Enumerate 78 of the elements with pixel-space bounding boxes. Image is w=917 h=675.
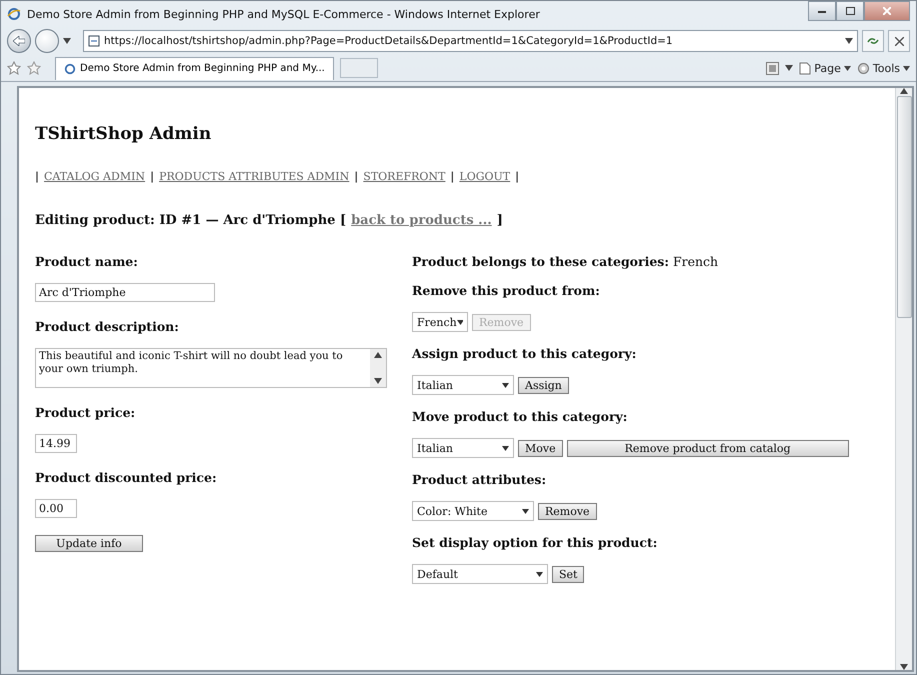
action-button[interactable]: Move: [518, 440, 563, 456]
maximize-button[interactable]: [836, 1, 864, 21]
section-label: Product attributes:: [412, 472, 548, 487]
scroll-up-icon: [374, 352, 382, 358]
close-icon: [883, 7, 891, 15]
tools-menu[interactable]: Tools: [856, 62, 910, 74]
separator: |: [35, 170, 40, 183]
back-arrow-icon: [13, 36, 25, 46]
scroll-up-icon: [900, 88, 908, 94]
star-icon[interactable]: [7, 61, 21, 75]
input-field[interactable]: Arc d'Triomphe: [35, 283, 215, 302]
field-label: Product price:: [35, 405, 136, 420]
action-button[interactable]: Remove: [538, 502, 597, 520]
field-label: Product discounted price:: [35, 470, 218, 485]
separator: |: [515, 170, 520, 183]
scrollbar-thumb[interactable]: [896, 96, 912, 318]
nav-link[interactable]: CATALOG ADMIN: [44, 170, 146, 183]
categories-text: Product belongs to these categories: French: [412, 254, 720, 269]
dropdown[interactable]: Italian: [412, 375, 514, 395]
dropdown-icon: [845, 38, 853, 44]
gear-icon: [856, 62, 870, 74]
section-label: Set display option for this product:: [412, 535, 658, 550]
page-icon: [88, 35, 100, 47]
nav-link[interactable]: LOGOUT: [459, 170, 510, 183]
feeds-icon[interactable]: [766, 62, 780, 74]
dropdown[interactable]: Default: [412, 564, 548, 584]
description-field[interactable]: This beautiful and iconic T-shirt will no doubt lead you to your own triumph.: [35, 348, 387, 388]
dropdown[interactable]: French: [412, 312, 468, 332]
caret-icon: [522, 508, 529, 514]
minimize-icon: [818, 10, 826, 12]
history-dropdown-icon: [63, 38, 71, 44]
section-label: Move product to this category:: [412, 409, 628, 424]
back-button[interactable]: [7, 29, 31, 53]
caret-icon: [536, 572, 543, 576]
browser-logo-icon: [7, 7, 21, 21]
separator: |: [450, 170, 454, 183]
section-label: Assign product to this category:: [412, 346, 638, 361]
action-button[interactable]: Assign: [518, 376, 569, 394]
caret-icon: [502, 382, 509, 388]
minimize-button[interactable]: [808, 1, 836, 21]
dropdown[interactable]: Color: White: [412, 501, 534, 521]
caret-icon: [502, 446, 509, 450]
input-field[interactable]: 14.99: [35, 434, 77, 453]
forward-button[interactable]: [35, 29, 59, 53]
caret-icon: [456, 320, 463, 324]
back-link[interactable]: back to products ...: [351, 213, 492, 228]
section-label: Remove this product from:: [412, 283, 601, 298]
maximize-icon: [846, 7, 854, 15]
page-menu[interactable]: Page: [799, 62, 851, 74]
action-button[interactable]: Remove product from catalog: [566, 440, 849, 456]
browser-logo-icon: [64, 62, 76, 74]
scroll-down-icon: [374, 378, 382, 384]
separator: |: [354, 170, 358, 183]
nav-link[interactable]: PRODUCTS ATTRIBUTES ADMIN: [159, 170, 350, 183]
bracket: ]: [496, 213, 503, 228]
field-label: Product name:: [35, 254, 139, 269]
window-title: Demo Store Admin from Beginning PHP and MySQL E-Commerce - Windows Internet Explorer: [27, 8, 541, 20]
stop-button[interactable]: [888, 30, 910, 52]
field-label: Product description:: [35, 319, 180, 334]
refresh-icon: [867, 36, 879, 46]
action-button[interactable]: Set: [552, 566, 584, 582]
stop-icon: [894, 36, 904, 46]
page-title: TShirtShop Admin: [35, 124, 212, 144]
nav-link[interactable]: STOREFRONT: [363, 170, 446, 183]
address-field[interactable]: https://localhost/tshirtshop/admin.php?Page=ProductDetails&DepartmentId=1&CategoryId=1&ProductId=1: [83, 30, 858, 52]
refresh-button[interactable]: [862, 30, 884, 52]
dropdown[interactable]: Italian: [412, 438, 514, 458]
scroll-down-icon: [900, 664, 908, 670]
page-icon: [799, 62, 812, 74]
editing-heading: Editing product: ID #1 — Arc d'Triomphe [: [35, 213, 346, 228]
star-add-icon[interactable]: [27, 61, 41, 75]
separator: |: [150, 170, 154, 183]
update-button[interactable]: Update info: [35, 535, 143, 552]
input-field[interactable]: 0.00: [35, 499, 77, 518]
browser-tab[interactable]: Demo Store Admin from Beginning PHP and My...: [55, 56, 334, 80]
dropdown-icon: [785, 65, 794, 71]
caret-icon: [903, 66, 910, 70]
caret-icon: [844, 66, 851, 70]
